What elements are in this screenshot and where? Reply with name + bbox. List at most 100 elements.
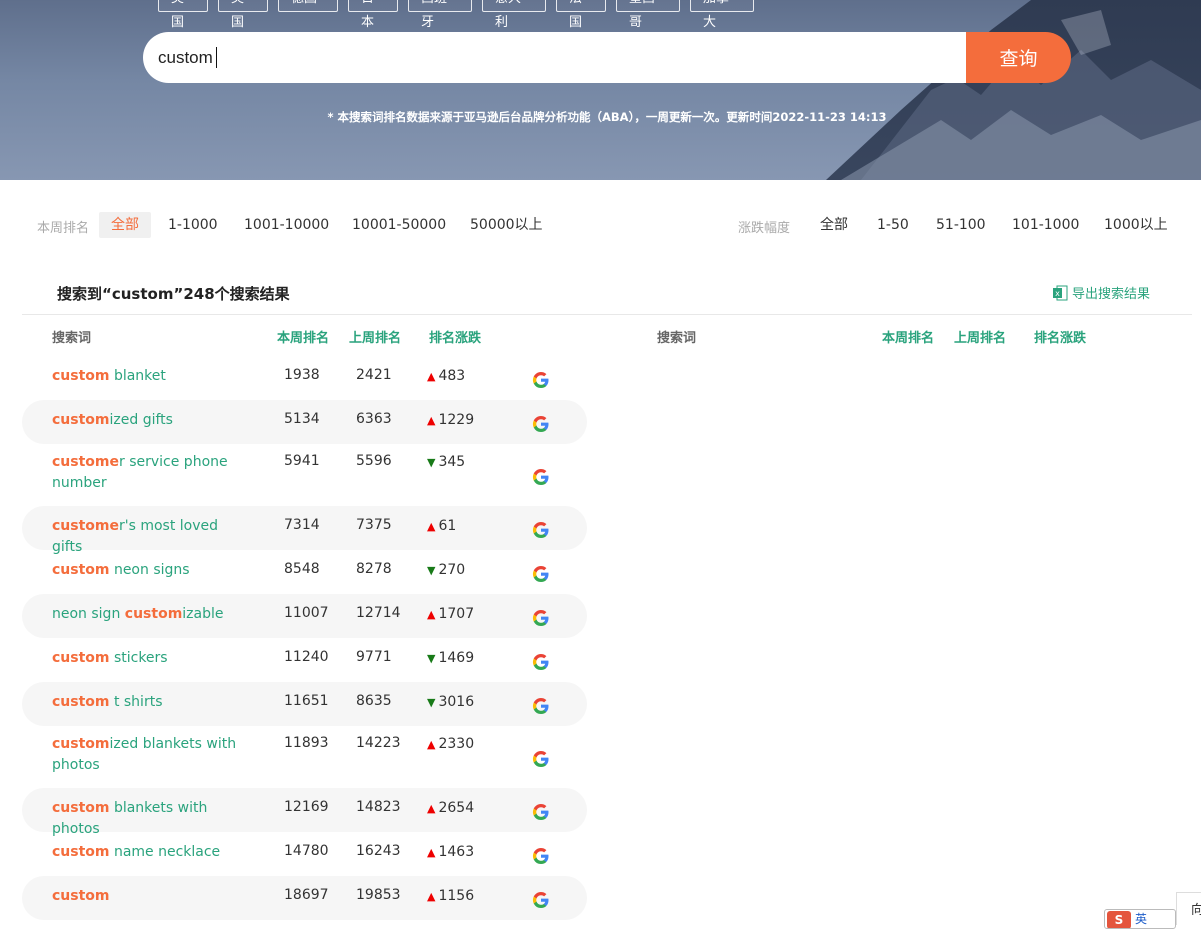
rank-change: ▼ 3016 bbox=[427, 694, 474, 710]
rank-change-value: 1156 bbox=[438, 888, 475, 904]
col-this-week[interactable]: 本周排名 bbox=[277, 327, 329, 346]
rank-change: ▲ 2330 bbox=[427, 736, 474, 752]
last-week-rank: 14223 bbox=[356, 735, 401, 751]
google-search-icon[interactable] bbox=[532, 803, 550, 821]
rank-change: ▲ 61 bbox=[427, 518, 456, 534]
col-last-week-right[interactable]: 上周排名 bbox=[954, 327, 1006, 346]
arrow-up-icon: ▲ bbox=[427, 607, 436, 621]
keyword-link[interactable]: customized blankets with photos bbox=[52, 734, 242, 776]
google-search-icon[interactable] bbox=[532, 521, 550, 539]
country-tab[interactable]: 墨西哥 bbox=[616, 0, 680, 30]
col-this-week-right[interactable]: 本周排名 bbox=[882, 327, 934, 346]
table-row: custom neon signs 8548 8278 ▼ 270 bbox=[22, 550, 587, 594]
rank-change-value: 2330 bbox=[438, 736, 475, 752]
google-search-icon[interactable] bbox=[532, 609, 550, 627]
this-week-rank: 11240 bbox=[284, 649, 329, 665]
export-results-button[interactable]: x 导出搜索结果 bbox=[1052, 283, 1150, 302]
last-week-rank: 14823 bbox=[356, 799, 401, 815]
rank-filter-all[interactable]: 全部 bbox=[99, 212, 151, 238]
country-tab[interactable]: 西班牙 bbox=[408, 0, 472, 30]
keyword-link[interactable]: custom t shirts bbox=[52, 692, 242, 713]
last-week-rank: 7375 bbox=[356, 517, 392, 533]
keyword-link[interactable]: custom neon signs bbox=[52, 560, 242, 581]
google-search-icon[interactable] bbox=[532, 750, 550, 768]
col-change-right[interactable]: 排名涨跌 bbox=[1034, 327, 1086, 346]
rank-change-value: 3016 bbox=[438, 694, 475, 710]
keyword-highlight: custom bbox=[52, 888, 110, 904]
col-last-week[interactable]: 上周排名 bbox=[349, 327, 401, 346]
col-change[interactable]: 排名涨跌 bbox=[429, 327, 481, 346]
keyword-link[interactable]: customer service phone number bbox=[52, 452, 242, 494]
keyword-link[interactable]: custom bbox=[52, 886, 242, 907]
data-source-notice: * 本搜索词排名数据来源于亚马逊后台品牌分析功能（ABA），一周更新一次。更新时… bbox=[327, 110, 887, 124]
rank-filter-option[interactable]: 50000以上 bbox=[470, 212, 543, 238]
change-filter-option[interactable]: 101-1000 bbox=[1012, 212, 1079, 238]
this-week-rank: 11007 bbox=[284, 605, 329, 621]
table-row: neon sign customizable 11007 12714 ▲ 1707 bbox=[22, 594, 587, 638]
google-search-icon[interactable] bbox=[532, 653, 550, 671]
arrow-up-icon: ▲ bbox=[427, 737, 436, 751]
country-tab[interactable]: 加拿大 bbox=[690, 0, 754, 30]
arrow-up-icon: ▲ bbox=[427, 413, 436, 427]
google-search-icon[interactable] bbox=[532, 468, 550, 486]
search-button[interactable]: 查询 bbox=[966, 32, 1071, 83]
arrow-down-icon: ▼ bbox=[427, 563, 436, 577]
keyword-suffix: stickers bbox=[109, 650, 168, 666]
keyword-link[interactable]: custom stickers bbox=[52, 648, 242, 669]
google-search-icon[interactable] bbox=[532, 891, 550, 909]
google-search-icon[interactable] bbox=[532, 847, 550, 865]
keyword-suffix: izable bbox=[182, 606, 224, 622]
country-tab[interactable]: 德国 bbox=[278, 0, 338, 12]
keyword-link[interactable]: custom blanket bbox=[52, 366, 242, 387]
arrow-up-icon: ▲ bbox=[427, 801, 436, 815]
rank-change-value: 345 bbox=[438, 454, 466, 470]
change-filter-option[interactable]: 1000以上 bbox=[1104, 212, 1168, 238]
rank-change: ▼ 270 bbox=[427, 562, 465, 578]
google-search-icon[interactable] bbox=[532, 415, 550, 433]
last-week-rank: 9771 bbox=[356, 649, 392, 665]
rank-filter-label: 本周排名 bbox=[37, 221, 90, 236]
country-tab[interactable]: 日本 bbox=[348, 0, 398, 30]
input-method-widget[interactable]: S 英 bbox=[1104, 909, 1176, 929]
keyword-suffix: ized gifts bbox=[109, 412, 173, 428]
result-count-title: 搜索到“custom”248个搜索结果 bbox=[57, 285, 290, 303]
google-search-icon[interactable] bbox=[532, 565, 550, 583]
table-row: custom name necklace 14780 16243 ▲ 1463 bbox=[22, 832, 587, 876]
keyword-link[interactable]: customized gifts bbox=[52, 410, 242, 431]
country-tab[interactable]: 法国 bbox=[556, 0, 606, 30]
side-feedback-tab[interactable]: 向 bbox=[1176, 892, 1201, 925]
last-week-rank: 5596 bbox=[356, 453, 392, 469]
rank-filter-option[interactable]: 10001-50000 bbox=[352, 212, 446, 238]
keyword-link[interactable]: custom name necklace bbox=[52, 842, 242, 863]
country-tab[interactable]: 意大利 bbox=[482, 0, 546, 30]
table-row: customer's most loved gifts 7314 7375 ▲ 61 bbox=[22, 506, 587, 555]
rank-change-value: 270 bbox=[438, 562, 466, 578]
search-input[interactable] bbox=[143, 32, 966, 83]
keyword-prefix: neon sign bbox=[52, 606, 125, 622]
change-filter-option[interactable]: 1-50 bbox=[877, 212, 909, 238]
keyword-highlight: custom bbox=[52, 650, 110, 666]
country-tab[interactable]: 美国 bbox=[158, 0, 208, 30]
arrow-down-icon: ▼ bbox=[427, 455, 436, 469]
ime-label: 英 bbox=[1135, 912, 1148, 926]
country-tab[interactable]: 英国 bbox=[218, 0, 268, 30]
change-filter-option[interactable]: 51-100 bbox=[936, 212, 986, 238]
last-week-rank: 8635 bbox=[356, 693, 392, 709]
table-row: custom stickers 11240 9771 ▼ 1469 bbox=[22, 638, 587, 682]
table-row: custom blanket 1938 2421 ▲ 483 bbox=[22, 356, 587, 400]
rank-filter-option[interactable]: 1001-10000 bbox=[244, 212, 329, 238]
rank-filter-option[interactable]: 1-1000 bbox=[168, 212, 218, 238]
mountain-background-image bbox=[826, 0, 1201, 180]
change-filter-all[interactable]: 全部 bbox=[820, 212, 848, 238]
rank-change-value: 1463 bbox=[438, 844, 475, 860]
keyword-link[interactable]: neon sign customizable bbox=[52, 604, 242, 625]
search-bar: 查询 bbox=[143, 32, 1071, 83]
last-week-rank: 16243 bbox=[356, 843, 401, 859]
arrow-up-icon: ▲ bbox=[427, 519, 436, 533]
google-search-icon[interactable] bbox=[532, 697, 550, 715]
google-search-icon[interactable] bbox=[532, 371, 550, 389]
keyword-suffix: name necklace bbox=[109, 844, 221, 860]
last-week-rank: 6363 bbox=[356, 411, 392, 427]
rank-change: ▼ 345 bbox=[427, 454, 465, 470]
keyword-highlight: custom bbox=[52, 412, 110, 428]
